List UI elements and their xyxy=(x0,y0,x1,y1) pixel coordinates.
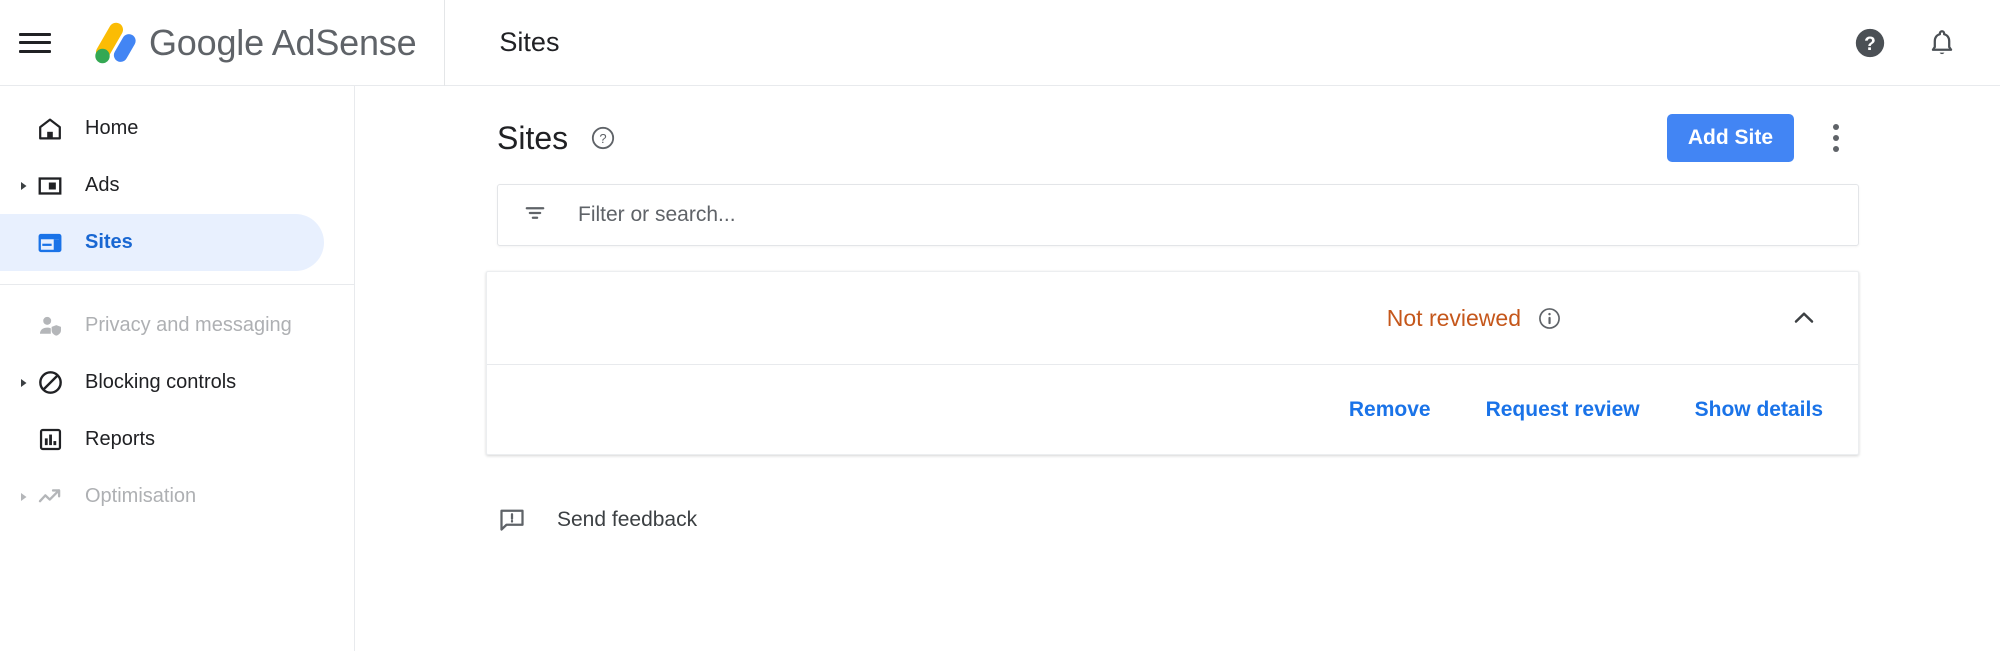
sidebar-item-label: Blocking controls xyxy=(85,371,237,393)
top-app-bar: Google AdSense Sites ? xyxy=(0,0,2000,86)
remove-link[interactable]: Remove xyxy=(1349,390,1431,430)
request-review-link[interactable]: Request review xyxy=(1486,390,1640,430)
expand-arrow-icon[interactable] xyxy=(18,491,30,503)
person-shield-icon xyxy=(35,311,65,341)
svg-text:?: ? xyxy=(1864,34,1876,55)
sidebar-item-optimisation[interactable]: Optimisation xyxy=(0,468,324,525)
svg-text:?: ? xyxy=(600,131,607,146)
status-badge: Not reviewed xyxy=(1386,304,1521,331)
sidebar-item-label: Sites xyxy=(85,231,133,253)
brand-logo-link[interactable]: Google AdSense xyxy=(67,0,417,86)
add-site-button[interactable]: Add Site xyxy=(1666,113,1794,163)
page-title: Sites xyxy=(497,119,569,156)
bar-chart-icon xyxy=(35,425,65,455)
site-card-actions: Remove Request review Show details xyxy=(487,365,1858,454)
sidebar-nav: Home Ads Sites Privacy and messaging Blo… xyxy=(0,86,355,651)
hamburger-menu-icon[interactable] xyxy=(19,30,53,56)
expand-arrow-icon[interactable] xyxy=(18,377,30,389)
site-card-header: Not reviewed xyxy=(487,272,1858,364)
sidebar-item-label: Optimisation xyxy=(85,485,197,507)
trending-up-icon xyxy=(35,482,65,512)
sidebar-item-ads[interactable]: Ads xyxy=(0,157,324,214)
send-feedback-button[interactable]: Send feedback xyxy=(497,505,697,535)
filter-search-bar[interactable] xyxy=(497,184,1859,246)
sidebar-item-label: Privacy and messaging xyxy=(85,314,292,336)
sidebar-item-privacy-and-messaging[interactable]: Privacy and messaging xyxy=(0,297,324,354)
site-status: Not reviewed xyxy=(1387,305,1562,332)
brand-name: Google AdSense xyxy=(149,21,417,63)
kebab-menu-icon[interactable] xyxy=(1814,116,1858,160)
home-icon xyxy=(35,114,65,144)
search-input[interactable] xyxy=(578,185,1858,245)
main-content: Sites ? Add Site Filter or search... Not… xyxy=(356,86,2000,651)
help-outline-icon[interactable]: ? xyxy=(590,125,616,151)
site-card: Not reviewed Remove Request review Show … xyxy=(486,271,1859,455)
block-icon xyxy=(35,368,65,398)
adsense-logo-icon xyxy=(95,22,136,63)
sidebar-item-blocking-controls[interactable]: Blocking controls xyxy=(0,354,324,411)
sidebar-divider xyxy=(0,284,354,285)
expand-arrow-icon[interactable] xyxy=(18,180,30,192)
send-feedback-label: Send feedback xyxy=(557,508,698,531)
chevron-up-icon[interactable] xyxy=(1778,292,1830,344)
help-circle-filled-icon[interactable]: ? xyxy=(1848,21,1892,65)
sidebar-item-label: Ads xyxy=(85,174,120,196)
sidebar-item-label: Home xyxy=(85,117,139,139)
info-outline-icon[interactable] xyxy=(1537,306,1562,331)
ads-icon xyxy=(35,171,65,201)
sidebar-item-label: Reports xyxy=(85,428,156,450)
sidebar-item-home[interactable]: Home xyxy=(0,100,324,157)
sites-icon xyxy=(35,228,65,258)
topbar-page-title: Sites xyxy=(499,27,560,57)
page-header-actions: Add Site xyxy=(1666,113,1858,163)
feedback-icon xyxy=(497,505,527,535)
topbar-actions: ? xyxy=(1848,21,2000,65)
bell-icon[interactable] xyxy=(1920,21,1964,65)
sidebar-item-sites[interactable]: Sites xyxy=(0,214,324,271)
page-header: Sites ? Add Site xyxy=(356,86,2000,163)
adsense-app: Google AdSense Sites ? Home Ads Sites Pr… xyxy=(0,0,2000,651)
show-details-link[interactable]: Show details xyxy=(1695,390,1823,430)
filter-list-icon[interactable] xyxy=(522,200,548,231)
sidebar-item-reports[interactable]: Reports xyxy=(0,411,324,468)
topbar-divider xyxy=(444,0,446,86)
